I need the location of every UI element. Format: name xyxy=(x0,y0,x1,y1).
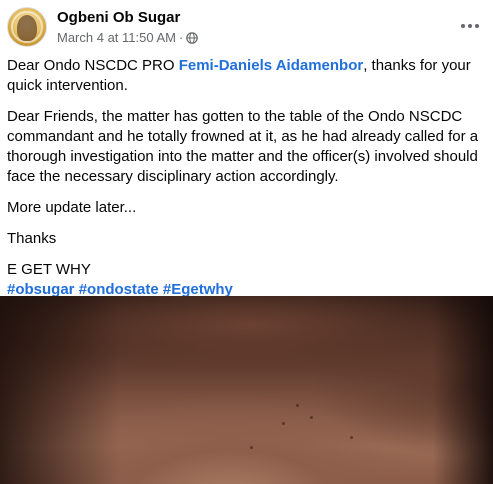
avatar-figure xyxy=(17,15,37,41)
photo-blemish xyxy=(296,404,299,407)
author-name[interactable]: Ogbeni Ob Sugar xyxy=(57,9,180,26)
post-timestamp[interactable]: March 4 at 11:50 AM xyxy=(57,30,176,45)
photo-shadow-right xyxy=(433,296,493,484)
paragraph-1: Dear Ondo NSCDC PRO Femi-Daniels Aidamen… xyxy=(7,56,487,96)
globe-icon[interactable] xyxy=(186,31,199,44)
more-horizontal-icon xyxy=(461,24,479,28)
photo-blemish xyxy=(350,436,353,439)
photo-blemish xyxy=(282,422,285,425)
post-card: Ogbeni Ob Sugar March 4 at 11:50 AM · De… xyxy=(0,0,493,484)
paragraph-4: Thanks xyxy=(7,230,57,247)
post-text: Dear Ondo NSCDC PRO Femi-Daniels Aidamen… xyxy=(7,56,487,311)
p1-text-start: Dear Ondo NSCDC PRO xyxy=(7,57,179,74)
author-avatar[interactable] xyxy=(7,7,47,47)
mention-link[interactable]: Femi-Daniels Aidamenbor xyxy=(179,57,363,74)
photo-blemish xyxy=(250,446,253,449)
post-meta: March 4 at 11:50 AM · xyxy=(57,30,199,45)
photo-blemish xyxy=(310,416,313,419)
paragraph-2: Dear Friends, the matter has gotten to t… xyxy=(7,108,479,185)
photo-shadow-left xyxy=(0,296,120,484)
paragraph-5: E GET WHY xyxy=(7,261,91,278)
post-photo[interactable] xyxy=(0,296,493,484)
more-options-button[interactable] xyxy=(455,13,485,39)
meta-separator: · xyxy=(179,30,184,45)
paragraph-3: More update later... xyxy=(7,199,137,216)
post-header: Ogbeni Ob Sugar March 4 at 11:50 AM · xyxy=(7,6,487,48)
